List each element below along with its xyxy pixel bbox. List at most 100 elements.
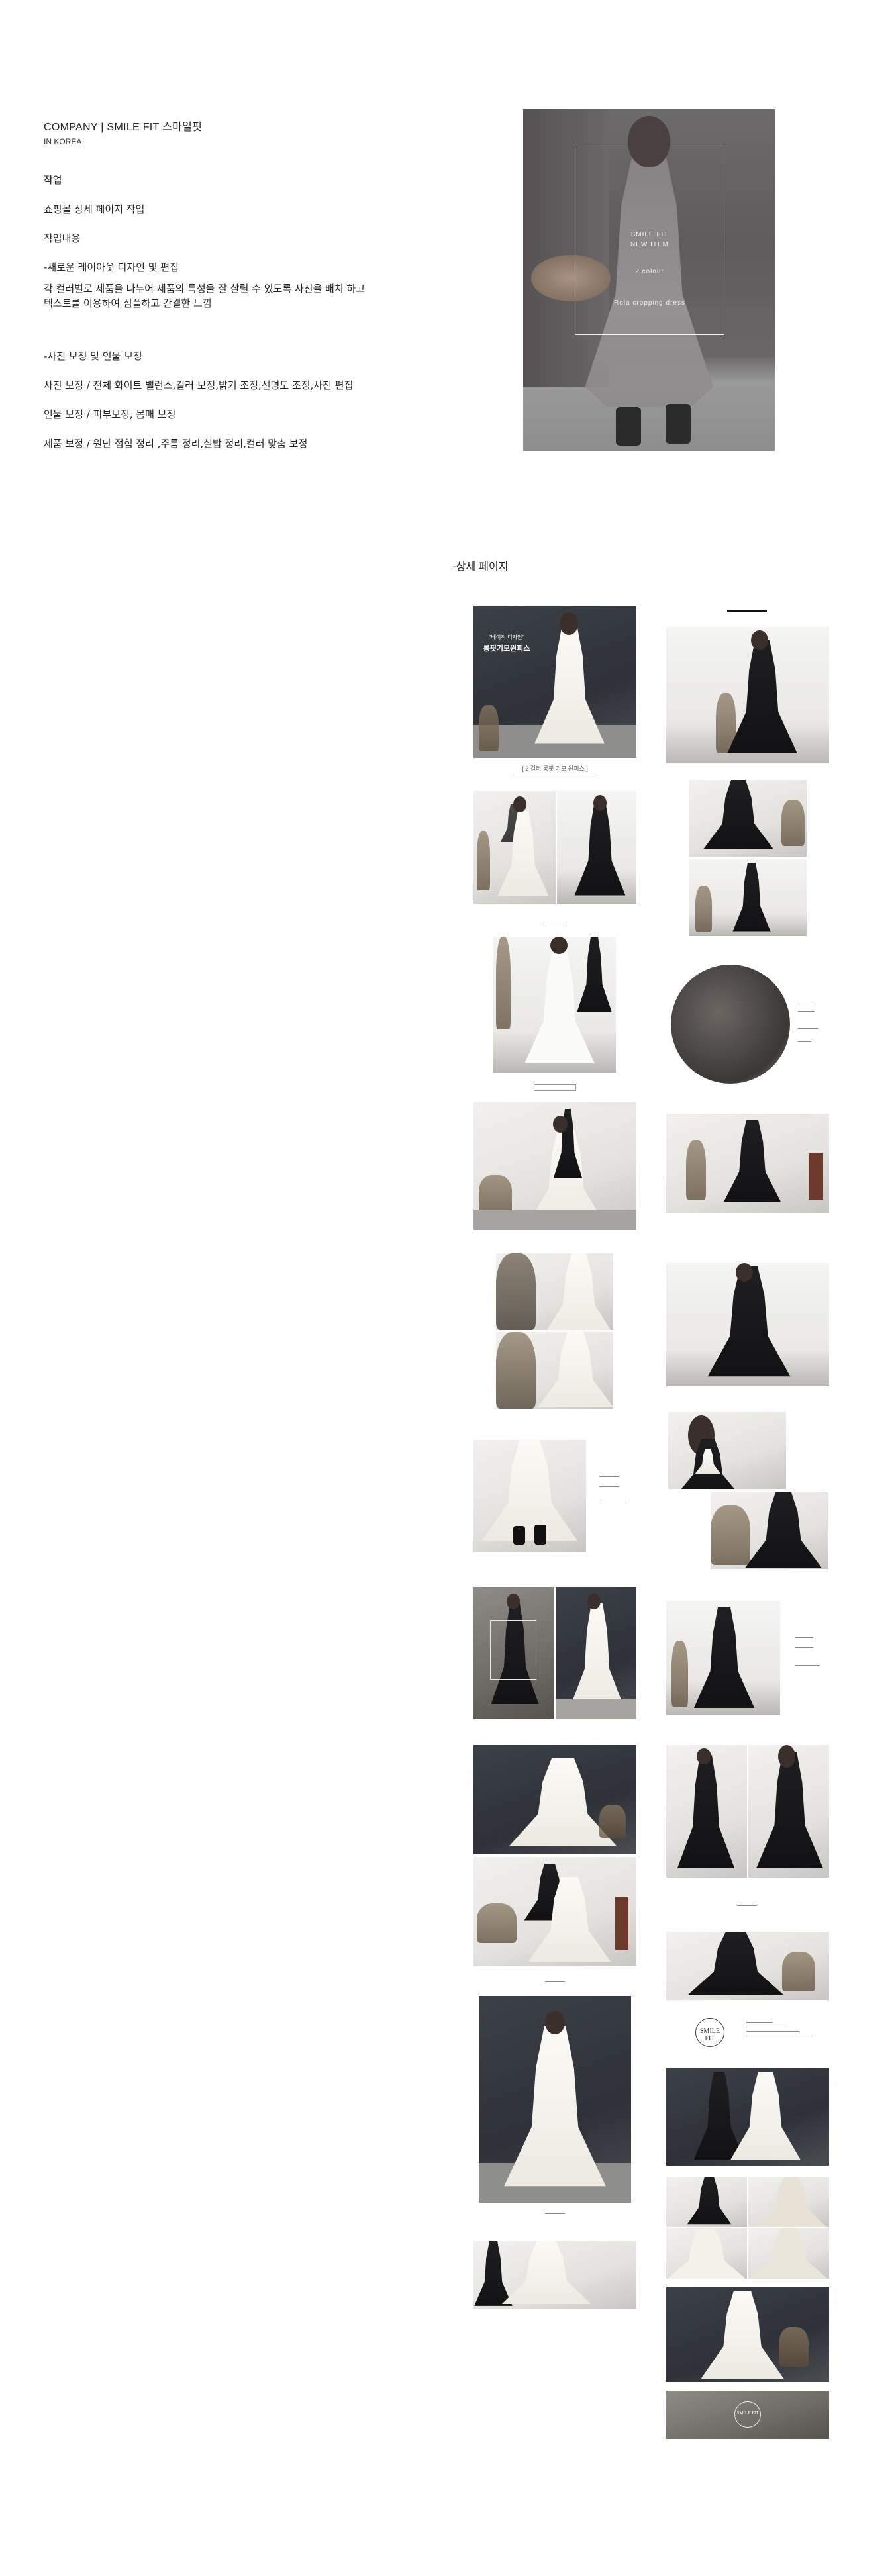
plant (695, 886, 712, 932)
intro-block: COMPANY | SMILE FIT 스마일핏 IN KOREA 작업 쇼핑몰… (44, 118, 454, 451)
layout-heading: -새로운 레이아웃 디자인 및 편집 (44, 260, 454, 275)
fur-bag (496, 1253, 536, 1330)
fur-bag (599, 1805, 626, 1838)
sleeve-detail (756, 2177, 826, 2227)
retouch-product: 제품 보정 / 원단 접힘 정리 ,주름 정리,실밥 정리,컬러 맞춤 보정 (44, 438, 308, 450)
text-line (795, 1637, 813, 1638)
black-collar (687, 2177, 732, 2225)
detail-photo-black-stand (557, 791, 636, 904)
fur-bag (477, 1903, 517, 1943)
model-black-dress (756, 1752, 823, 1868)
hem-detail (750, 2228, 828, 2279)
brand-info-lines (746, 2019, 819, 2040)
fur-bag (779, 2327, 809, 2367)
black-hem (688, 1932, 783, 1995)
model-black-dress (727, 640, 797, 753)
detail-crop-hem (748, 2228, 829, 2279)
detail-circle-photo (671, 965, 790, 1084)
fur-bag (782, 1952, 815, 1991)
sleeve-detail (544, 1253, 613, 1330)
detail-photo-black-walk (666, 1263, 829, 1386)
model-head (513, 796, 526, 812)
work-value: 쇼핑몰 상세 페이지 작업 (44, 203, 145, 215)
retouch-photo: 사진 보정 / 전체 화이트 밸런스,컬러 보정,밝기 조정,선명도 조정,사진… (44, 379, 354, 391)
retouch-title: -사진 보정 및 인물 보정 (44, 350, 142, 362)
model-head (507, 1594, 520, 1609)
model-head (697, 1748, 711, 1764)
text-line (746, 2031, 799, 2032)
detail-photo-black-full (666, 627, 829, 763)
detail-photo-black-text (666, 1601, 780, 1715)
model-head (560, 612, 578, 635)
model-white-dress (570, 1603, 624, 1707)
hero-brand: SMILE FIT (630, 231, 669, 238)
photo-frame (490, 1620, 536, 1680)
chair (615, 1897, 628, 1950)
detail-photo-chair (473, 1857, 636, 1966)
boot (513, 1526, 525, 1545)
hero-boot-left (616, 407, 641, 446)
layout-prefix: -새로운 (44, 262, 78, 273)
hero-new-item: NEW ITEM (630, 241, 669, 248)
product-caption: [ 2 컬러 롱핏 기모 원피스 ] (522, 765, 588, 772)
fur-bag (496, 1332, 536, 1409)
detail-photo-ruffle-wide (666, 1932, 829, 2000)
floor (556, 1699, 636, 1719)
fabric-detail (668, 2228, 746, 2279)
divider (545, 2213, 565, 2214)
detail-photo-black-ruffle (711, 1492, 828, 1569)
black-hem (703, 780, 773, 849)
detail-photo-hem-boots (473, 1440, 586, 1552)
white-hem (482, 1440, 577, 1541)
model-white-dress (497, 811, 549, 896)
banner-small-text: "베이직 디자인" (488, 634, 525, 640)
model-black-dress (723, 1120, 781, 1202)
plant (477, 831, 490, 890)
detail-photo-white-tall (479, 1996, 631, 2203)
model-black-dress (677, 1755, 735, 1868)
fur-bag (711, 1505, 750, 1565)
model-head (587, 1594, 601, 1609)
detail-photo-white-dark-bg (556, 1587, 636, 1719)
retouch-person: 인물 보정 / 피부보정, 몸매 보정 (44, 408, 176, 420)
detail-crop-collar (666, 2177, 747, 2227)
plant (479, 705, 499, 751)
detail-banner-photo: "베이직 디자인" 롱핏기모원피스 (473, 606, 636, 758)
hero-image: SMILE FIT NEW ITEM 2 colour Rola croppin… (523, 109, 775, 451)
detail-photo-black-back (748, 1745, 829, 1878)
text-line (795, 1665, 820, 1666)
detail-photo-face (668, 1412, 786, 1489)
detail-photo-sitting (473, 1102, 636, 1230)
detail-crop-fabric (666, 2228, 747, 2279)
model-black-dress (732, 863, 771, 932)
hero-boot-right (666, 404, 691, 444)
boot (534, 1525, 546, 1545)
text-line (599, 1486, 619, 1487)
model-head (593, 795, 607, 811)
hero-colour: 2 colour (635, 268, 664, 275)
model-black-dress (693, 1607, 755, 1708)
model-black-dress (574, 801, 626, 896)
layout-desc-line2: 텍스트를 이용하여 심플하고 간결한 느낌 (44, 297, 212, 309)
chair (809, 1153, 823, 1200)
detail-crop-sleeve (748, 2177, 829, 2227)
text-line (599, 1476, 619, 1477)
white-hem (501, 2241, 591, 2304)
model-white-dress (534, 624, 605, 744)
text-line (798, 1028, 818, 1029)
layout-highlight: 레이아웃 디자인 및 편집 (77, 262, 179, 273)
detail-photo-black-frame (473, 1587, 554, 1719)
detail-photo-movement (473, 1745, 636, 1854)
plant (496, 937, 511, 1029)
model-white-dress (701, 2291, 784, 2379)
detail-photo-black-front (666, 1745, 747, 1878)
hero-product: Rola cropping dress (614, 299, 685, 307)
work-label: 작업 (44, 174, 62, 186)
model-white-dress (730, 2072, 801, 2160)
detail-photo-black-hem (689, 780, 807, 857)
detail-photo-hem-crop (496, 1332, 613, 1409)
detail-end-banner: SMILE FIT (666, 2391, 829, 2439)
black-dress-crop (671, 965, 764, 1064)
company-country: IN KOREA (44, 137, 82, 146)
text-line (798, 1041, 811, 1042)
